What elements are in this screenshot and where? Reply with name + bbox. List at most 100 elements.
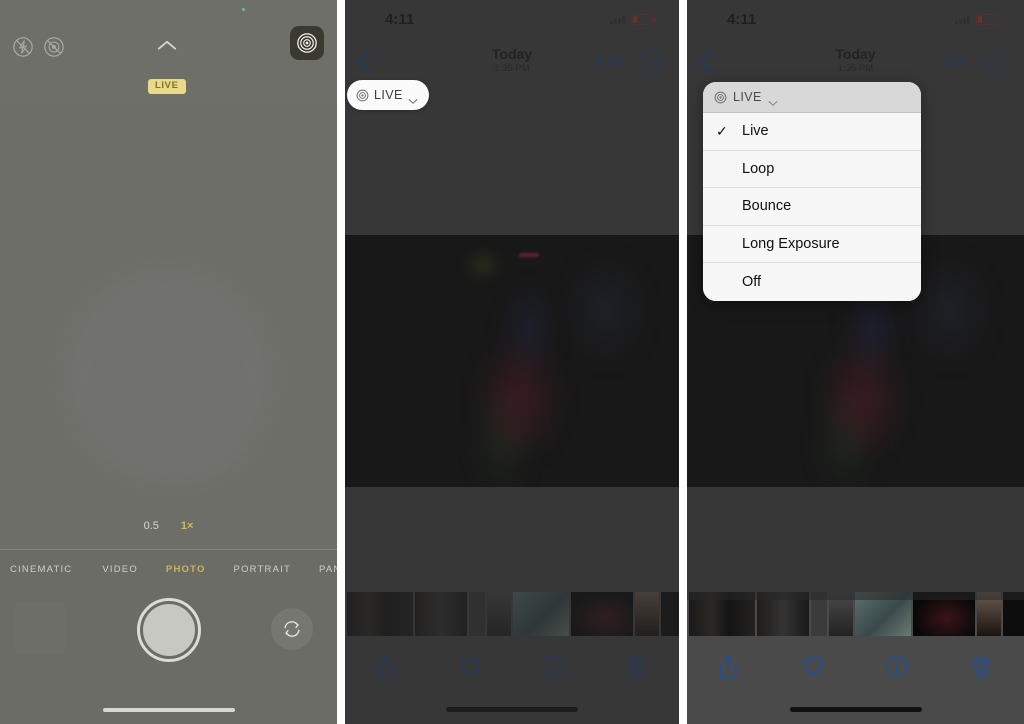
battery-low-icon [631,14,656,25]
nav-title-block: Today 1:35 PM [492,46,532,74]
photo-highlight-red-streak [518,252,539,257]
chevron-left-icon[interactable] [697,48,715,76]
camera-flip-icon[interactable] [271,608,313,650]
chevron-down-icon [768,94,778,106]
mode-photo[interactable]: PHOTO [166,564,206,575]
page-subtitle: 1:35 PM [494,63,530,75]
zoom-option-0-5x[interactable]: 0.5 [144,520,159,532]
status-indicators [610,14,656,25]
menu-header[interactable]: LIVE [703,82,921,113]
live-photo-target-icon [714,91,727,104]
share-icon[interactable] [374,654,400,680]
filmstrip-thumb[interactable] [829,592,853,636]
edit-button[interactable]: Edit [942,53,966,69]
live-photo-target-icon [356,89,369,102]
menu-item-live[interactable]: ✓ Live [703,113,921,151]
chevron-left-icon[interactable] [355,48,373,76]
status-recording-dot [242,8,245,11]
more-ellipsis-icon[interactable] [982,50,1008,76]
filmstrip-thumb[interactable] [487,592,511,636]
info-icon[interactable] [885,654,911,680]
filmstrip[interactable] [687,590,1024,638]
filmstrip-thumb[interactable] [689,592,755,636]
trash-icon[interactable] [969,654,995,680]
page-title: Today [835,46,876,62]
camera-mode-selector[interactable]: CINEMATIC VIDEO PHOTO PORTRAIT PANO [0,564,337,575]
mode-portrait[interactable]: PORTRAIT [234,564,291,575]
menu-item-off[interactable]: Off [703,263,921,301]
heart-icon[interactable] [800,654,826,680]
photo-highlight-red [473,334,564,465]
menu-item-loop[interactable]: Loop [703,150,921,188]
battery-low-icon [976,14,1001,25]
status-bar: 4:11 [345,0,679,42]
menu-item-long-exposure[interactable]: Long Exposure [703,225,921,263]
filmstrip[interactable] [345,590,679,638]
cellular-signal-icon [610,16,627,24]
camera-controls: CINEMATIC VIDEO PHOTO PORTRAIT PANO [0,549,337,724]
filmstrip-thumb[interactable] [1003,592,1024,636]
navigation-bar: Today 1:35 PM Edit [345,42,679,84]
filmstrip-thumb[interactable] [977,592,1001,636]
camera-zoom-selector[interactable]: 0.5 1× [0,520,337,532]
photo-highlight-red [817,334,908,465]
filmstrip-thumb[interactable] [415,592,467,636]
menu-item-label: Live [742,123,769,140]
filmstrip-thumb[interactable] [757,592,809,636]
live-badge: LIVE [148,79,186,94]
filmstrip-thumb[interactable] [913,592,975,636]
status-bar: 4:11 [687,0,1024,42]
menu-item-label: Bounce [742,198,792,215]
edit-button[interactable]: Edit [597,53,621,69]
info-icon[interactable] [541,654,567,680]
filmstrip-thumb[interactable] [571,592,633,636]
page-title: Today [491,46,533,62]
live-photo-off-icon[interactable] [43,36,65,58]
photo-toolbar [687,644,1024,690]
share-icon[interactable] [716,654,742,680]
live-photo-effects-menu[interactable]: LIVE ✓ Live Loop Bounce Long Exposure Of… [703,82,921,301]
live-photo-pill[interactable]: LIVE [347,80,429,110]
page-subtitle: 1:35 PM [837,63,874,75]
mode-pano[interactable]: PANO [319,564,337,575]
battery-fill [633,16,637,23]
mode-video[interactable]: VIDEO [102,564,138,575]
trash-icon[interactable] [624,654,650,680]
home-indicator [102,708,235,712]
mode-cinematic[interactable]: CINEMATIC [10,564,72,575]
zoom-option-1x[interactable]: 1× [181,520,194,532]
flash-off-icon[interactable] [12,36,34,58]
navigation-bar: Today 1:35 PM Edit [687,42,1024,84]
last-photo-thumbnail[interactable] [14,602,66,654]
more-ellipsis-icon[interactable] [637,50,663,76]
chevron-up-icon[interactable] [156,38,178,52]
heart-icon[interactable] [457,654,483,680]
status-time: 4:11 [385,11,415,28]
photo-highlight-blue-right [910,255,991,366]
photo-highlight-yellow [465,250,502,281]
filmstrip-thumb[interactable] [855,592,911,636]
menu-item-bounce[interactable]: Bounce [703,188,921,226]
filmstrip-thumb[interactable] [347,592,413,636]
camera-panel: LIVE 0.5 1× CINEMATIC VIDEO PHOTO PORTRA… [0,0,337,724]
live-photo-pill-label: LIVE [374,88,403,102]
live-photo-on-icon[interactable] [290,26,324,60]
menu-header-label: LIVE [733,90,762,104]
photo-highlight-blue-right [565,255,646,366]
photo-preview[interactable] [345,235,679,487]
home-indicator [789,707,922,712]
shutter-button[interactable] [136,598,201,662]
filmstrip-thumb[interactable] [811,592,827,636]
filmstrip-thumb[interactable] [469,592,485,636]
status-indicators [955,14,1001,25]
screenshot-board: LIVE 0.5 1× CINEMATIC VIDEO PHOTO PORTRA… [0,0,1024,724]
checkmark-icon: ✓ [716,122,728,139]
filmstrip-thumb[interactable] [661,592,679,636]
status-time: 4:11 [727,11,757,28]
camera-viewfinder[interactable] [0,102,337,549]
menu-item-label: Off [742,273,762,290]
filmstrip-thumb[interactable] [635,592,659,636]
filmstrip-thumb[interactable] [513,592,569,636]
photos-menu-panel: 4:11 Today 1:35 PM Edit LIVE ✓ Live Loop… [687,0,1024,724]
battery-fill [978,16,982,23]
